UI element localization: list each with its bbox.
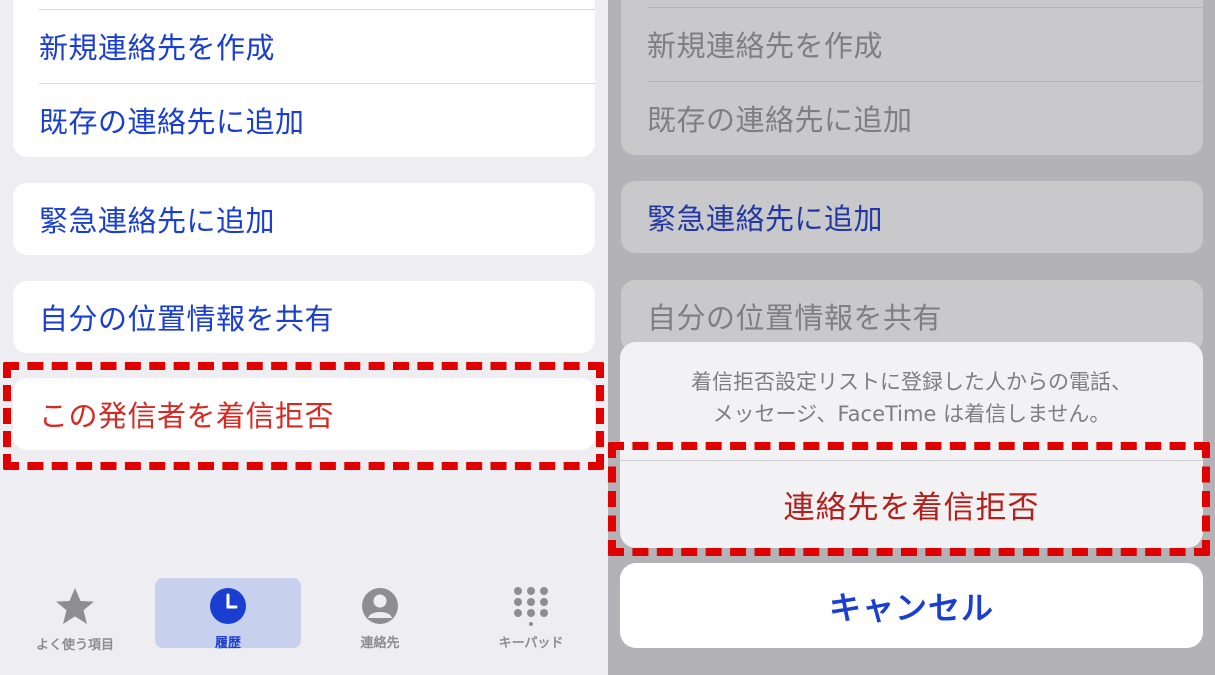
block-contact-label: 連絡先を着信拒否 <box>783 490 1040 526</box>
tab-keypad[interactable]: キーパッド <box>458 578 604 651</box>
add-emergency-contact-button: 緊急連絡先に追加 <box>621 181 1203 253</box>
add-to-existing-contact-button: 既存の連絡先に追加 <box>621 82 1203 154</box>
tab-favorites[interactable]: よく使う項目 <box>2 578 148 653</box>
person-circle-icon <box>359 586 401 626</box>
tab-recents-label: 履歴 <box>214 636 241 651</box>
share-my-location-label: 自分の位置情報を共有 <box>647 301 943 335</box>
share-location-card: 自分の位置情報を共有 <box>13 281 595 353</box>
create-new-contact-button[interactable]: 新規連絡先を作成 <box>13 10 595 82</box>
add-to-existing-contact-label: 既存の連絡先に追加 <box>39 105 305 139</box>
action-sheet-message: 着信拒否設定リストに登録した人からの電話、 メッセージ、FaceTime は着信… <box>620 366 1203 430</box>
create-new-contact-label: 新規連絡先を作成 <box>39 31 276 65</box>
keypad-icon <box>510 586 552 626</box>
share-my-location-label: 自分の位置情報を共有 <box>39 302 335 336</box>
contact-actions-card: 新規連絡先を作成 既存の連絡先に追加 <box>13 0 595 157</box>
tab-bar: よく使う項目 履歴 連絡先 キーパッド <box>0 562 608 675</box>
right-panel: 新規連絡先を作成 既存の連絡先に追加 緊急連絡先に追加 自分の位置情報を共有 着… <box>608 0 1215 675</box>
action-sheet-message-line2: メッセージ、FaceTime は着信しません。 <box>712 402 1111 426</box>
tab-contacts-label: 連絡先 <box>360 636 400 651</box>
action-sheet-message-line1: 着信拒否設定リストに登録した人からの電話、 <box>691 370 1132 394</box>
contact-actions-card-dimmed: 新規連絡先を作成 既存の連絡先に追加 <box>621 0 1203 155</box>
tab-contacts[interactable]: 連絡先 <box>307 578 453 651</box>
tab-recents[interactable]: 履歴 <box>155 578 301 651</box>
block-this-caller-button[interactable]: この発信者を着信拒否 <box>13 378 595 450</box>
star-icon <box>54 586 96 628</box>
add-to-existing-contact-button[interactable]: 既存の連絡先に追加 <box>13 84 595 156</box>
add-to-existing-contact-label: 既存の連絡先に追加 <box>647 103 913 137</box>
clock-icon <box>207 586 249 626</box>
create-new-contact-button: 新規連絡先を作成 <box>621 8 1203 80</box>
add-emergency-contact-label: 緊急連絡先に追加 <box>647 202 884 236</box>
cancel-button[interactable]: キャンセル <box>620 563 1203 648</box>
left-panel: 新規連絡先を作成 既存の連絡先に追加 緊急連絡先に追加 自分の位置情報を共有 こ… <box>0 0 608 675</box>
block-action-sheet: 着信拒否設定リストに登録した人からの電話、 メッセージ、FaceTime は着信… <box>620 342 1203 548</box>
tab-keypad-label: キーパッド <box>498 636 564 651</box>
share-my-location-button[interactable]: 自分の位置情報を共有 <box>13 281 595 353</box>
block-this-caller-label: この発信者を着信拒否 <box>39 399 335 433</box>
create-new-contact-label: 新規連絡先を作成 <box>647 29 884 63</box>
emergency-card: 緊急連絡先に追加 <box>13 183 595 255</box>
add-emergency-contact-label: 緊急連絡先に追加 <box>39 204 276 238</box>
cancel-label: キャンセル <box>828 588 994 627</box>
block-contact-button[interactable]: 連絡先を着信拒否 <box>620 461 1203 548</box>
tab-favorites-label: よく使う項目 <box>35 638 114 653</box>
add-emergency-contact-button[interactable]: 緊急連絡先に追加 <box>13 183 595 255</box>
block-caller-card: この発信者を着信拒否 <box>13 378 595 450</box>
emergency-card-dimmed: 緊急連絡先に追加 <box>621 181 1203 253</box>
